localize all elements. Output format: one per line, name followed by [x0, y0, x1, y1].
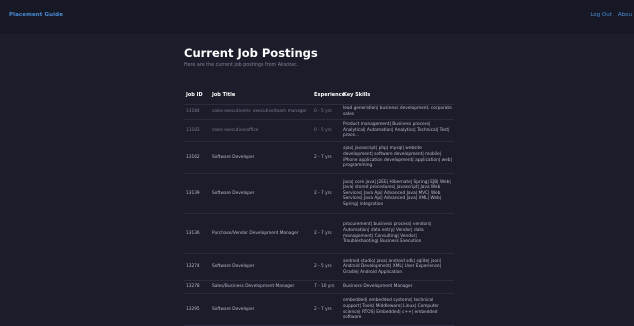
table-row[interactable]: 13139 Software Developer 2 - 7 yrs java|…: [184, 173, 454, 214]
job-title-cell: Software Developer: [210, 253, 312, 281]
table-row[interactable]: 13136 Purchase/Vendor Development Manage…: [184, 213, 454, 254]
column-header-job-title: Job Title: [210, 86, 312, 105]
nav-links: Log Out Abou: [590, 12, 632, 18]
experience-cell: 0 - 5 yrs: [312, 119, 341, 142]
key-skills-cell: Business Development Manager: [341, 280, 454, 294]
table-row[interactable]: 13278 Sales/Business Development Manager…: [184, 280, 454, 294]
experience-cell: 0 - 5 yrs: [312, 104, 341, 120]
brand-link[interactable]: Placement Guide: [9, 12, 63, 18]
logout-link[interactable]: Log Out: [590, 12, 612, 18]
job-title-cell: Sales/Business Development Manager: [210, 280, 312, 294]
job-id-cell: 13139: [184, 173, 210, 214]
about-link[interactable]: Abou: [618, 12, 632, 18]
job-title-cell: Purchase/Vendor Development Manager: [210, 213, 312, 254]
job-title-cell: Software Developer: [210, 293, 312, 326]
key-skills-cell: android studio| java| android sdk| sqlit…: [341, 253, 454, 281]
job-id-cell: 13184: [184, 104, 210, 120]
table-row[interactable]: 13162 Software Developer 2 - 7 yrs ajax|…: [184, 141, 454, 174]
job-id-cell: 13162: [184, 141, 210, 174]
job-id-cell: 13274: [184, 253, 210, 281]
job-id-cell: 13278: [184, 280, 210, 294]
key-skills-cell: embedded| embedded systems| technical su…: [341, 293, 454, 326]
column-header-key-skills: Key Skills: [341, 86, 454, 105]
page-subtitle: Here are the current job postings from A…: [184, 63, 299, 68]
key-skills-cell: ajax| javascript| php| mysql| website de…: [341, 141, 454, 174]
table-row[interactable]: 13183 sales executive/office 0 - 5 yrs P…: [184, 119, 454, 142]
experience-cell: 2 - 7 yrs: [312, 141, 341, 174]
key-skills-cell: java| core java| J2EE| Hibernate| Spring…: [341, 173, 454, 214]
job-id-cell: 13183: [184, 119, 210, 142]
column-header-job-id: Job ID: [184, 86, 210, 105]
experience-cell: 7 - 10 yrs: [312, 280, 341, 294]
job-postings-table: Job ID Job Title Experience Key Skills 1…: [184, 86, 454, 326]
job-id-cell: 13295: [184, 293, 210, 326]
experience-cell: 2 - 7 yrs: [312, 213, 341, 254]
top-navbar: Placement Guide Log Out Abou: [0, 0, 634, 34]
experience-cell: 2 - 7 yrs: [312, 173, 341, 214]
job-title-cell: Software Developer: [210, 141, 312, 174]
table-row[interactable]: 13184 sales executive/sr. executive/team…: [184, 104, 454, 120]
job-id-cell: 13136: [184, 213, 210, 254]
key-skills-cell: lead generation| business development, c…: [341, 104, 454, 120]
table-row[interactable]: 13295 Software Developer 2 - 7 yrs embed…: [184, 293, 454, 326]
experience-cell: 2 - 5 yrs: [312, 253, 341, 281]
key-skills-cell: Product management| Business process| An…: [341, 119, 454, 142]
job-title-cell: sales executive/office: [210, 119, 312, 142]
job-title-cell: sales executive/sr. executive/team manag…: [210, 104, 312, 120]
job-title-cell: Software Developer: [210, 173, 312, 214]
table-row[interactable]: 13274 Software Developer 2 - 5 yrs andro…: [184, 253, 454, 281]
table-header-row: Job ID Job Title Experience Key Skills: [184, 86, 454, 105]
experience-cell: 2 - 7 yrs: [312, 293, 341, 326]
key-skills-cell: procurement| business process| vendors| …: [341, 213, 454, 254]
column-header-experience: Experience: [312, 86, 345, 105]
main-content: Current Job Postings Here are the curren…: [184, 46, 454, 326]
page-title: Current Job Postings: [184, 46, 318, 60]
